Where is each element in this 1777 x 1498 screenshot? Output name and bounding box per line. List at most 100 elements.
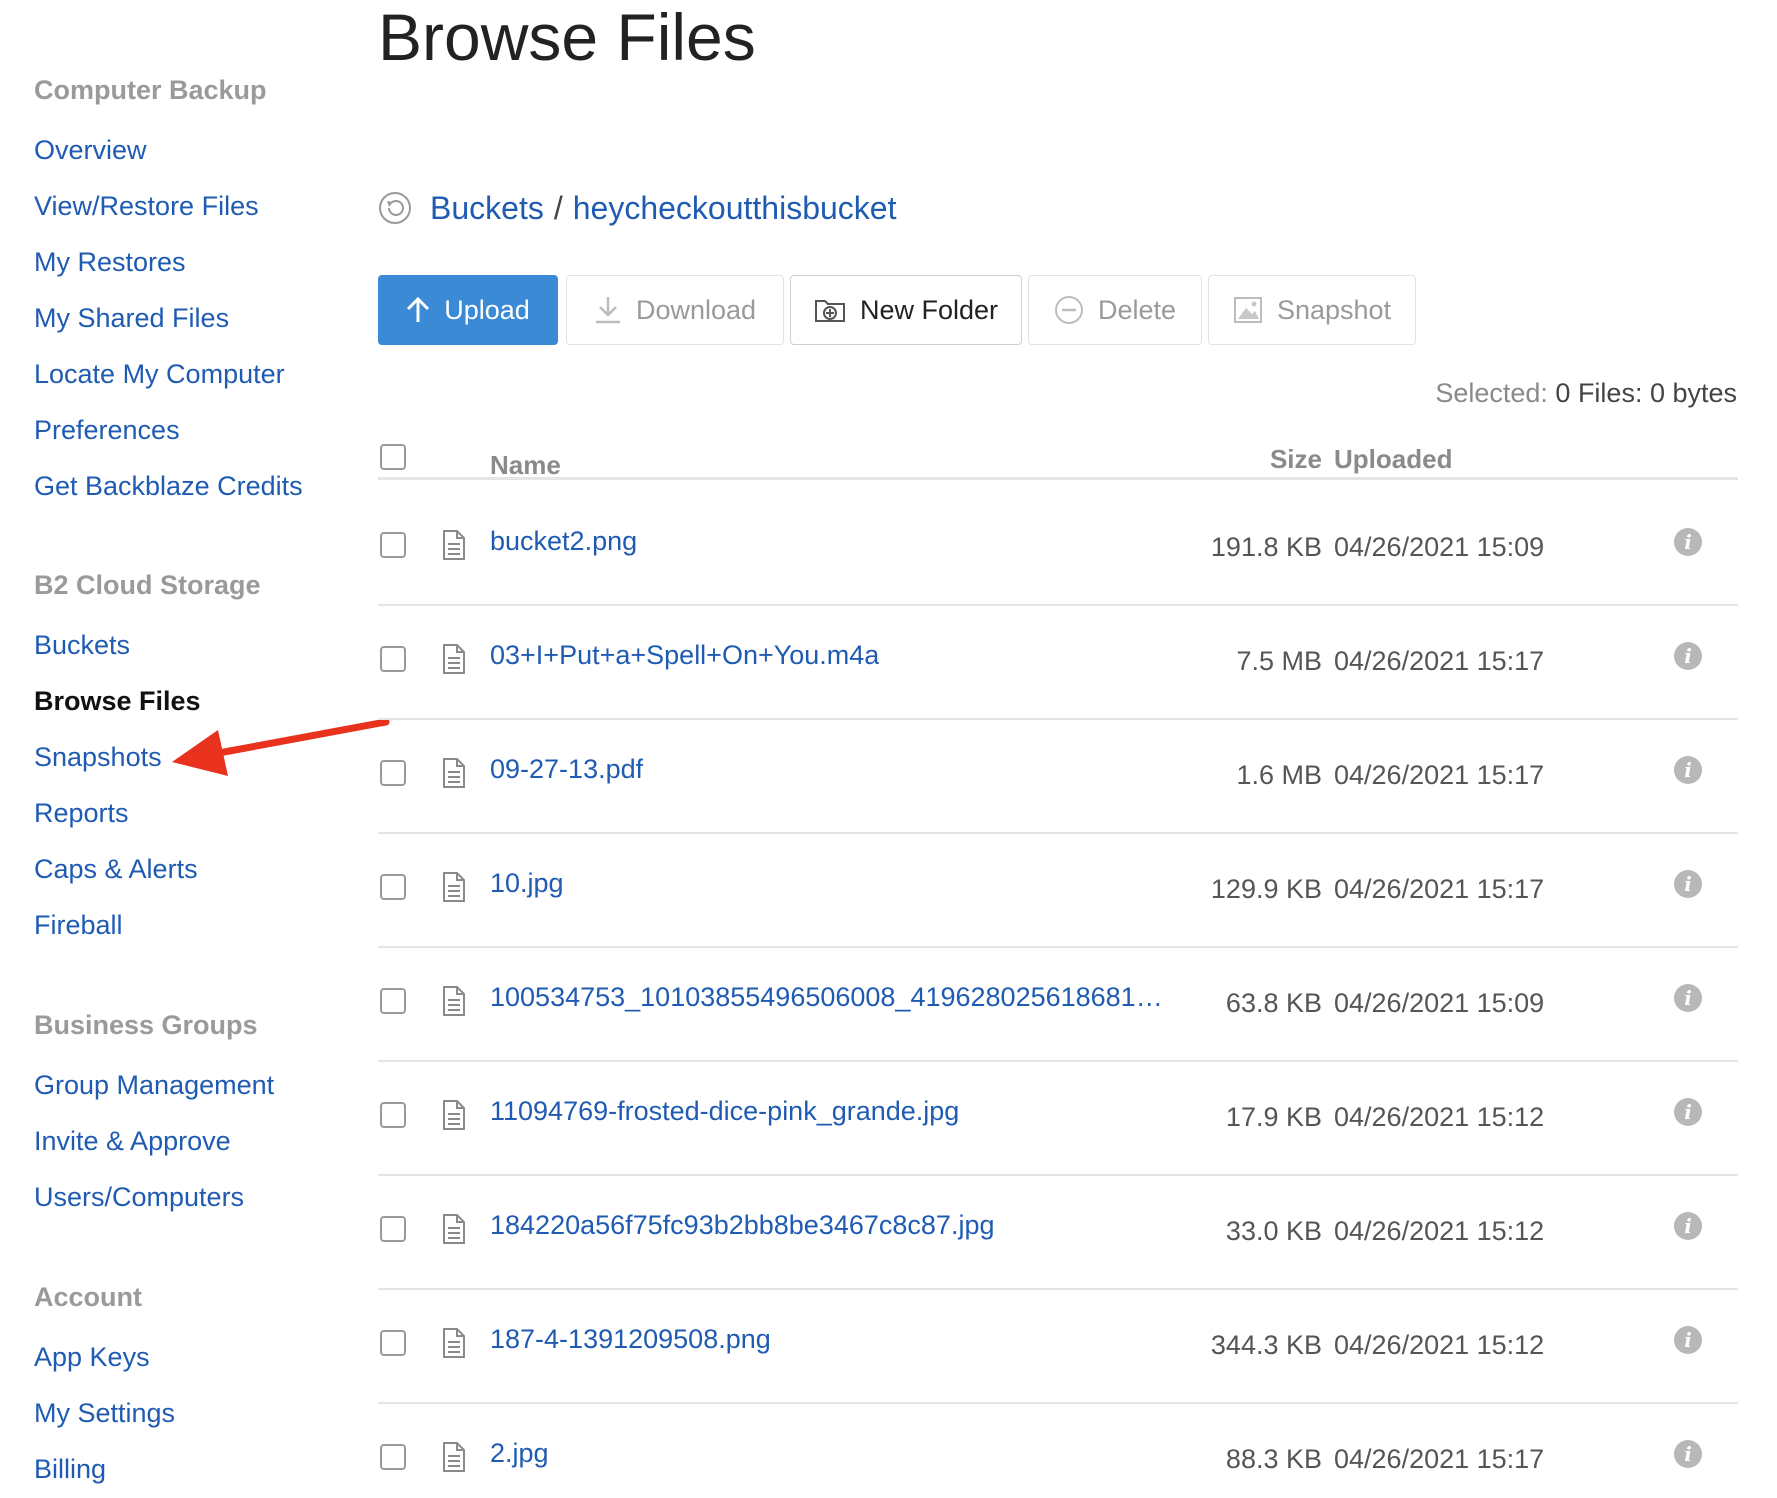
file-name-link[interactable]: 187-4-1391209508.png: [490, 1324, 771, 1355]
sidebar-item-reports[interactable]: Reports: [34, 798, 129, 829]
sidebar-item-users-computers[interactable]: Users/Computers: [34, 1182, 244, 1213]
sidebar-item-my-settings[interactable]: My Settings: [34, 1398, 175, 1429]
table-row[interactable]: 10.jpg 129.9 KB 04/26/2021 15:17 i: [378, 834, 1738, 948]
file-icon: [442, 1100, 466, 1135]
file-size: 7.5 MB: [1236, 646, 1322, 676]
delete-button[interactable]: Delete: [1028, 275, 1202, 345]
row-checkbox[interactable]: [380, 646, 406, 672]
info-icon[interactable]: i: [1674, 1326, 1702, 1354]
sidebar-item-buckets[interactable]: Buckets: [34, 630, 130, 661]
file-size: 1.6 MB: [1236, 760, 1322, 790]
file-name-link[interactable]: 2.jpg: [490, 1438, 549, 1469]
row-checkbox[interactable]: [380, 1216, 406, 1242]
file-name-link[interactable]: 09-27-13.pdf: [490, 754, 643, 785]
new-folder-icon: [814, 300, 845, 322]
file-uploaded-date: 04/26/2021 15:17: [1334, 1444, 1545, 1474]
table-row[interactable]: 184220a56f75fc93b2bb8be3467c8c87.jpg 33.0…: [378, 1176, 1738, 1290]
sidebar-item-preferences[interactable]: Preferences: [34, 415, 180, 446]
table-row[interactable]: 100534753_10103855496506008_419628025618…: [378, 948, 1738, 1062]
info-icon[interactable]: i: [1674, 1098, 1702, 1126]
selection-summary: Selected: 0 Files: 0 bytes: [1435, 378, 1737, 409]
file-name-link[interactable]: bucket2.png: [490, 526, 637, 557]
sidebar-item-fireball[interactable]: Fireball: [34, 910, 123, 941]
breadcrumb-buckets[interactable]: Buckets: [430, 190, 544, 227]
upload-label: Upload: [444, 294, 530, 325]
info-icon[interactable]: i: [1674, 984, 1702, 1012]
file-size: 63.8 KB: [1225, 988, 1322, 1018]
file-uploaded-date: 04/26/2021 15:17: [1334, 646, 1545, 676]
selection-value: 0 Files: 0 bytes: [1555, 378, 1737, 408]
sidebar-item-my-shared-files[interactable]: My Shared Files: [34, 303, 229, 334]
row-checkbox[interactable]: [380, 760, 406, 786]
file-icon: [442, 986, 466, 1021]
sidebar-item-my-restores[interactable]: My Restores: [34, 247, 186, 278]
file-uploaded-date: 04/26/2021 15:12: [1334, 1330, 1545, 1360]
sidebar-heading-computer-backup: Computer Backup: [34, 75, 267, 105]
sidebar-heading-b2-cloud-storage: B2 Cloud Storage: [34, 570, 261, 600]
breadcrumb: Buckets / heycheckoutthisbucket: [378, 188, 896, 228]
table-row[interactable]: bucket2.png 191.8 KB 04/26/2021 15:09 i: [378, 492, 1738, 606]
table-row[interactable]: 09-27-13.pdf 1.6 MB 04/26/2021 15:17 i: [378, 720, 1738, 834]
info-icon[interactable]: i: [1674, 642, 1702, 670]
select-all-checkbox[interactable]: [380, 444, 406, 470]
column-header-uploaded[interactable]: Uploaded: [1334, 444, 1452, 475]
file-uploaded-date: 04/26/2021 15:09: [1334, 988, 1545, 1018]
sidebar-item-locate-my-computer[interactable]: Locate My Computer: [34, 359, 285, 390]
table-row[interactable]: 11094769-frosted-dice-pink_grande.jpg 17.…: [378, 1062, 1738, 1176]
file-size: 17.9 KB: [1225, 1102, 1322, 1132]
info-icon[interactable]: i: [1674, 528, 1702, 556]
file-icon: [442, 1442, 466, 1477]
row-checkbox[interactable]: [380, 874, 406, 900]
new-folder-label: New Folder: [859, 294, 999, 325]
row-checkbox[interactable]: [380, 1102, 406, 1128]
sidebar-item-get-backblaze-credits[interactable]: Get Backblaze Credits: [34, 471, 303, 502]
arrow-up-icon: [407, 296, 430, 322]
row-checkbox[interactable]: [380, 988, 406, 1014]
file-icon: [442, 644, 466, 679]
column-header-size[interactable]: Size: [1270, 444, 1322, 475]
table-row[interactable]: 03+I+Put+a+Spell+On+You.m4a 7.5 MB 04/26/2…: [378, 606, 1738, 720]
snapshot-button[interactable]: Snapshot: [1208, 275, 1416, 345]
column-header-name[interactable]: Name: [490, 450, 561, 481]
download-button[interactable]: Download: [566, 275, 784, 345]
image-icon: [1233, 297, 1262, 323]
info-icon[interactable]: i: [1674, 870, 1702, 898]
table-header: Name Size Uploaded: [378, 430, 1738, 480]
file-name-link[interactable]: 100534753_10103855496506008_419628025618…: [490, 982, 1163, 1013]
breadcrumb-separator: /: [553, 189, 563, 226]
table-row[interactable]: 2.jpg 88.3 KB 04/26/2021 15:17 i: [378, 1404, 1738, 1498]
file-name-link[interactable]: 03+I+Put+a+Spell+On+You.m4a: [490, 640, 879, 671]
file-name-link[interactable]: 11094769-frosted-dice-pink_grande.jpg: [490, 1096, 959, 1127]
download-icon: [595, 297, 620, 324]
sidebar-item-view-restore-files[interactable]: View/Restore Files: [34, 191, 259, 222]
row-checkbox[interactable]: [380, 1444, 406, 1470]
file-name-link[interactable]: 10.jpg: [490, 868, 564, 899]
history-back-icon[interactable]: [378, 191, 412, 225]
row-checkbox[interactable]: [380, 532, 406, 558]
file-icon: [442, 530, 466, 565]
file-size: 191.8 KB: [1210, 532, 1322, 562]
info-icon[interactable]: i: [1674, 1440, 1702, 1468]
breadcrumb-bucket-name[interactable]: heycheckoutthisbucket: [573, 190, 897, 227]
sidebar-item-app-keys[interactable]: App Keys: [34, 1342, 150, 1373]
table-row[interactable]: 187-4-1391209508.png 344.3 KB 04/26/2021 1…: [378, 1290, 1738, 1404]
file-icon: [442, 1214, 466, 1249]
file-uploaded-date: 04/26/2021 15:17: [1334, 874, 1545, 904]
file-uploaded-date: 04/26/2021 15:09: [1334, 532, 1545, 562]
sidebar-item-caps-alerts[interactable]: Caps & Alerts: [34, 854, 198, 885]
file-size: 344.3 KB: [1210, 1330, 1322, 1360]
upload-button[interactable]: Upload: [378, 275, 558, 345]
sidebar-item-billing[interactable]: Billing: [34, 1454, 106, 1485]
sidebar-item-invite-approve[interactable]: Invite & Approve: [34, 1126, 231, 1157]
file-icon: [442, 872, 466, 907]
sidebar-item-snapshots[interactable]: Snapshots: [34, 742, 162, 773]
sidebar-item-overview[interactable]: Overview: [34, 135, 147, 166]
minus-circle-icon: [1054, 296, 1083, 324]
row-checkbox[interactable]: [380, 1330, 406, 1356]
new-folder-button[interactable]: New Folder: [790, 275, 1022, 345]
delete-label: Delete: [1097, 294, 1177, 325]
sidebar-item-group-management[interactable]: Group Management: [34, 1070, 274, 1101]
info-icon[interactable]: i: [1674, 1212, 1702, 1240]
info-icon[interactable]: i: [1674, 756, 1702, 784]
file-name-link[interactable]: 184220a56f75fc93b2bb8be3467c8c87.jpg: [490, 1210, 994, 1241]
